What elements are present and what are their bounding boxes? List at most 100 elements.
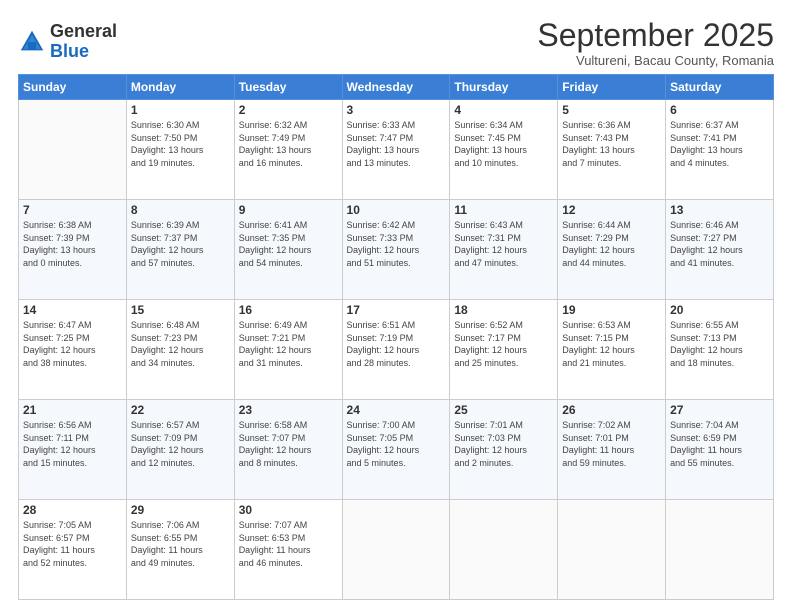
table-row: 3 Sunrise: 6:33 AM Sunset: 7:47 PM Daylig… — [342, 100, 450, 200]
page: General Blue September 2025 Vultureni, B… — [0, 0, 792, 612]
day-number: 8 — [131, 203, 230, 217]
day-number: 3 — [347, 103, 446, 117]
day-info: Sunrise: 6:52 AM Sunset: 7:17 PM Dayligh… — [454, 319, 553, 369]
day-number: 1 — [131, 103, 230, 117]
day-info: Sunrise: 7:05 AM Sunset: 6:57 PM Dayligh… — [23, 519, 122, 569]
day-info: Sunrise: 6:56 AM Sunset: 7:11 PM Dayligh… — [23, 419, 122, 469]
table-row: 13 Sunrise: 6:46 AM Sunset: 7:27 PM Dayli… — [666, 200, 774, 300]
day-info: Sunrise: 6:43 AM Sunset: 7:31 PM Dayligh… — [454, 219, 553, 269]
day-number: 14 — [23, 303, 122, 317]
col-friday: Friday — [558, 75, 666, 100]
col-sunday: Sunday — [19, 75, 127, 100]
day-number: 13 — [670, 203, 769, 217]
table-row: 7Sunrise: 6:38 AM Sunset: 7:39 PM Daylig… — [19, 200, 127, 300]
day-info: Sunrise: 7:07 AM Sunset: 6:53 PM Dayligh… — [239, 519, 338, 569]
col-thursday: Thursday — [450, 75, 558, 100]
logo-text: General Blue — [50, 22, 117, 62]
table-row: 18 Sunrise: 6:52 AM Sunset: 7:17 PM Dayli… — [450, 300, 558, 400]
day-info: Sunrise: 6:42 AM Sunset: 7:33 PM Dayligh… — [347, 219, 446, 269]
day-number: 5 — [562, 103, 661, 117]
col-saturday: Saturday — [666, 75, 774, 100]
table-row: 10 Sunrise: 6:42 AM Sunset: 7:33 PM Dayli… — [342, 200, 450, 300]
header: General Blue September 2025 Vultureni, B… — [18, 18, 774, 68]
table-row: 11 Sunrise: 6:43 AM Sunset: 7:31 PM Dayli… — [450, 200, 558, 300]
location-subtitle: Vultureni, Bacau County, Romania — [537, 53, 774, 68]
day-info: Sunrise: 6:32 AM Sunset: 7:49 PM Dayligh… — [239, 119, 338, 169]
day-info: Sunrise: 7:01 AM Sunset: 7:03 PM Dayligh… — [454, 419, 553, 469]
day-number: 2 — [239, 103, 338, 117]
table-row: 1Sunrise: 6:30 AM Sunset: 7:50 PM Daylig… — [126, 100, 234, 200]
day-info: Sunrise: 6:41 AM Sunset: 7:35 PM Dayligh… — [239, 219, 338, 269]
table-row: 4Sunrise: 6:34 AM Sunset: 7:45 PM Daylig… — [450, 100, 558, 200]
day-number: 12 — [562, 203, 661, 217]
table-row: 24Sunrise: 7:00 AM Sunset: 7:05 PM Dayli… — [342, 400, 450, 500]
logo: General Blue — [18, 22, 117, 62]
calendar: Sunday Monday Tuesday Wednesday Thursday… — [18, 74, 774, 600]
day-number: 11 — [454, 203, 553, 217]
day-info: Sunrise: 6:33 AM Sunset: 7:47 PM Dayligh… — [347, 119, 446, 169]
day-number: 20 — [670, 303, 769, 317]
day-info: Sunrise: 6:58 AM Sunset: 7:07 PM Dayligh… — [239, 419, 338, 469]
day-info: Sunrise: 6:46 AM Sunset: 7:27 PM Dayligh… — [670, 219, 769, 269]
day-number: 9 — [239, 203, 338, 217]
table-row: 2 Sunrise: 6:32 AM Sunset: 7:49 PM Daylig… — [234, 100, 342, 200]
day-info: Sunrise: 6:53 AM Sunset: 7:15 PM Dayligh… — [562, 319, 661, 369]
day-number: 19 — [562, 303, 661, 317]
day-number: 29 — [131, 503, 230, 517]
logo-general: General — [50, 22, 117, 42]
table-row: 21 Sunrise: 6:56 AM Sunset: 7:11 PM Dayli… — [19, 400, 127, 500]
logo-blue: Blue — [50, 42, 117, 62]
calendar-week-row: 14Sunrise: 6:47 AM Sunset: 7:25 PM Dayli… — [19, 300, 774, 400]
day-number: 17 — [347, 303, 446, 317]
day-info: Sunrise: 7:06 AM Sunset: 6:55 PM Dayligh… — [131, 519, 230, 569]
day-info: Sunrise: 6:37 AM Sunset: 7:41 PM Dayligh… — [670, 119, 769, 169]
table-row: 14Sunrise: 6:47 AM Sunset: 7:25 PM Dayli… — [19, 300, 127, 400]
table-row: 23 Sunrise: 6:58 AM Sunset: 7:07 PM Dayli… — [234, 400, 342, 500]
day-info: Sunrise: 6:36 AM Sunset: 7:43 PM Dayligh… — [562, 119, 661, 169]
calendar-week-row: 7Sunrise: 6:38 AM Sunset: 7:39 PM Daylig… — [19, 200, 774, 300]
day-number: 27 — [670, 403, 769, 417]
table-row — [450, 500, 558, 600]
day-number: 4 — [454, 103, 553, 117]
day-number: 21 — [23, 403, 122, 417]
calendar-header-row: Sunday Monday Tuesday Wednesday Thursday… — [19, 75, 774, 100]
table-row — [342, 500, 450, 600]
table-row: 30Sunrise: 7:07 AM Sunset: 6:53 PM Dayli… — [234, 500, 342, 600]
table-row: 29 Sunrise: 7:06 AM Sunset: 6:55 PM Dayli… — [126, 500, 234, 600]
table-row: 20 Sunrise: 6:55 AM Sunset: 7:13 PM Dayli… — [666, 300, 774, 400]
day-info: Sunrise: 6:39 AM Sunset: 7:37 PM Dayligh… — [131, 219, 230, 269]
day-info: Sunrise: 6:55 AM Sunset: 7:13 PM Dayligh… — [670, 319, 769, 369]
day-info: Sunrise: 6:51 AM Sunset: 7:19 PM Dayligh… — [347, 319, 446, 369]
day-info: Sunrise: 6:57 AM Sunset: 7:09 PM Dayligh… — [131, 419, 230, 469]
title-block: September 2025 Vultureni, Bacau County, … — [537, 18, 774, 68]
table-row: 26 Sunrise: 7:02 AM Sunset: 7:01 PM Dayli… — [558, 400, 666, 500]
calendar-week-row: 1Sunrise: 6:30 AM Sunset: 7:50 PM Daylig… — [19, 100, 774, 200]
day-info: Sunrise: 7:02 AM Sunset: 7:01 PM Dayligh… — [562, 419, 661, 469]
table-row: 25 Sunrise: 7:01 AM Sunset: 7:03 PM Dayli… — [450, 400, 558, 500]
day-number: 22 — [131, 403, 230, 417]
table-row: 12 Sunrise: 6:44 AM Sunset: 7:29 PM Dayli… — [558, 200, 666, 300]
table-row — [558, 500, 666, 600]
table-row: 5 Sunrise: 6:36 AM Sunset: 7:43 PM Daylig… — [558, 100, 666, 200]
table-row: 15Sunrise: 6:48 AM Sunset: 7:23 PM Dayli… — [126, 300, 234, 400]
table-row: 28 Sunrise: 7:05 AM Sunset: 6:57 PM Dayli… — [19, 500, 127, 600]
logo-icon — [18, 28, 46, 56]
day-number: 10 — [347, 203, 446, 217]
day-number: 7 — [23, 203, 122, 217]
col-tuesday: Tuesday — [234, 75, 342, 100]
col-wednesday: Wednesday — [342, 75, 450, 100]
day-number: 23 — [239, 403, 338, 417]
day-info: Sunrise: 7:00 AM Sunset: 7:05 PM Dayligh… — [347, 419, 446, 469]
table-row — [19, 100, 127, 200]
day-number: 28 — [23, 503, 122, 517]
day-number: 18 — [454, 303, 553, 317]
table-row: 8 Sunrise: 6:39 AM Sunset: 7:37 PM Daylig… — [126, 200, 234, 300]
day-number: 26 — [562, 403, 661, 417]
day-info: Sunrise: 6:44 AM Sunset: 7:29 PM Dayligh… — [562, 219, 661, 269]
table-row: 6Sunrise: 6:37 AM Sunset: 7:41 PM Daylig… — [666, 100, 774, 200]
day-number: 25 — [454, 403, 553, 417]
table-row: 17 Sunrise: 6:51 AM Sunset: 7:19 PM Dayli… — [342, 300, 450, 400]
table-row: 22 Sunrise: 6:57 AM Sunset: 7:09 PM Dayli… — [126, 400, 234, 500]
day-number: 16 — [239, 303, 338, 317]
calendar-week-row: 28 Sunrise: 7:05 AM Sunset: 6:57 PM Dayli… — [19, 500, 774, 600]
